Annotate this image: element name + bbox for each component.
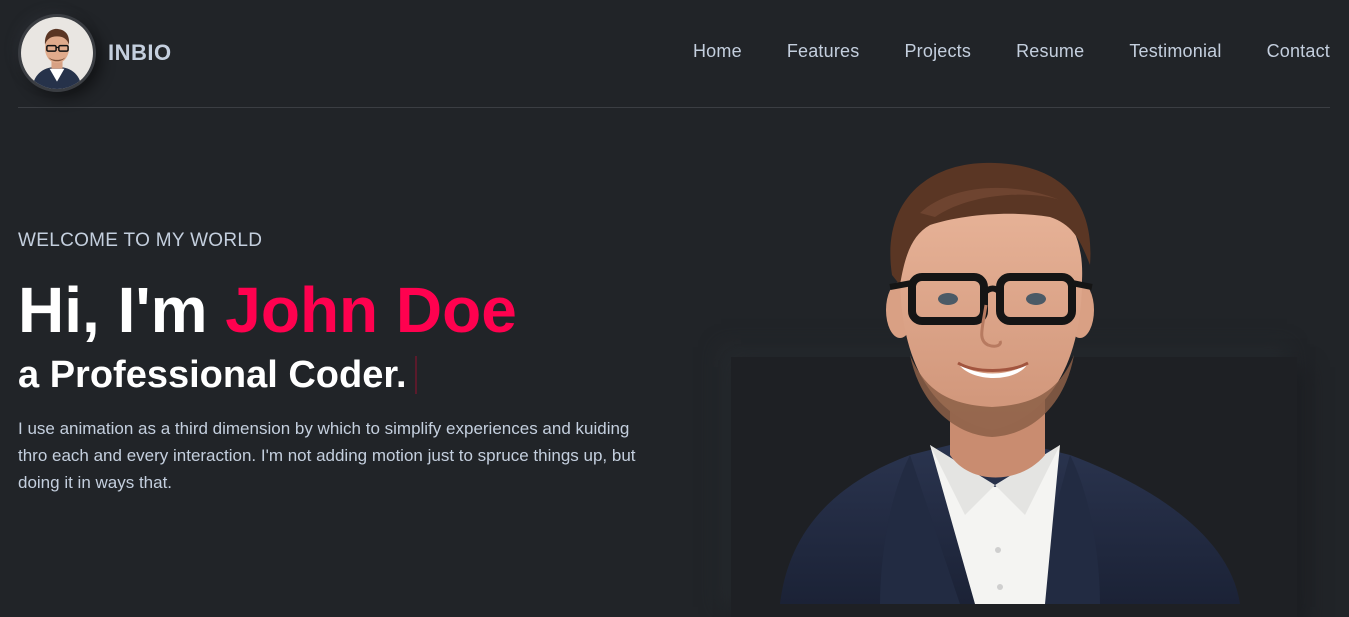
hero-subtitle: a Professional Coder. bbox=[18, 354, 658, 397]
avatar bbox=[18, 14, 96, 92]
nav-contact[interactable]: Contact bbox=[1267, 41, 1330, 62]
greeting-text: Hi, I'm bbox=[18, 274, 226, 346]
typing-cursor bbox=[414, 356, 417, 395]
nav-features[interactable]: Features bbox=[787, 41, 860, 62]
welcome-text: WELCOME TO MY WORLD bbox=[18, 230, 263, 251]
nav-projects[interactable]: Projects bbox=[904, 41, 971, 62]
avatar-icon bbox=[21, 17, 93, 89]
main-nav: Home Features Projects Resume Testimonia… bbox=[693, 41, 1330, 62]
portrait-icon bbox=[780, 162, 1240, 604]
logo[interactable]: INBIO bbox=[18, 14, 172, 92]
nav-home[interactable]: Home bbox=[693, 41, 742, 62]
hero-name: John Doe bbox=[225, 274, 517, 346]
hero-section: WELCOME TO MY WORLD Hi, I'm John Doe a P… bbox=[18, 230, 658, 513]
hero-title: Hi, I'm John Doe bbox=[18, 274, 658, 348]
subtitle-text: a Professional Coder. bbox=[18, 353, 407, 396]
nav-testimonial[interactable]: Testimonial bbox=[1129, 41, 1221, 62]
brand-name: INBIO bbox=[108, 40, 172, 65]
hero-description: I use animation as a third dimension by … bbox=[18, 418, 636, 492]
nav-resume[interactable]: Resume bbox=[1016, 41, 1084, 62]
site-header: INBIO Home Features Projects Resume Test… bbox=[18, 0, 1330, 108]
